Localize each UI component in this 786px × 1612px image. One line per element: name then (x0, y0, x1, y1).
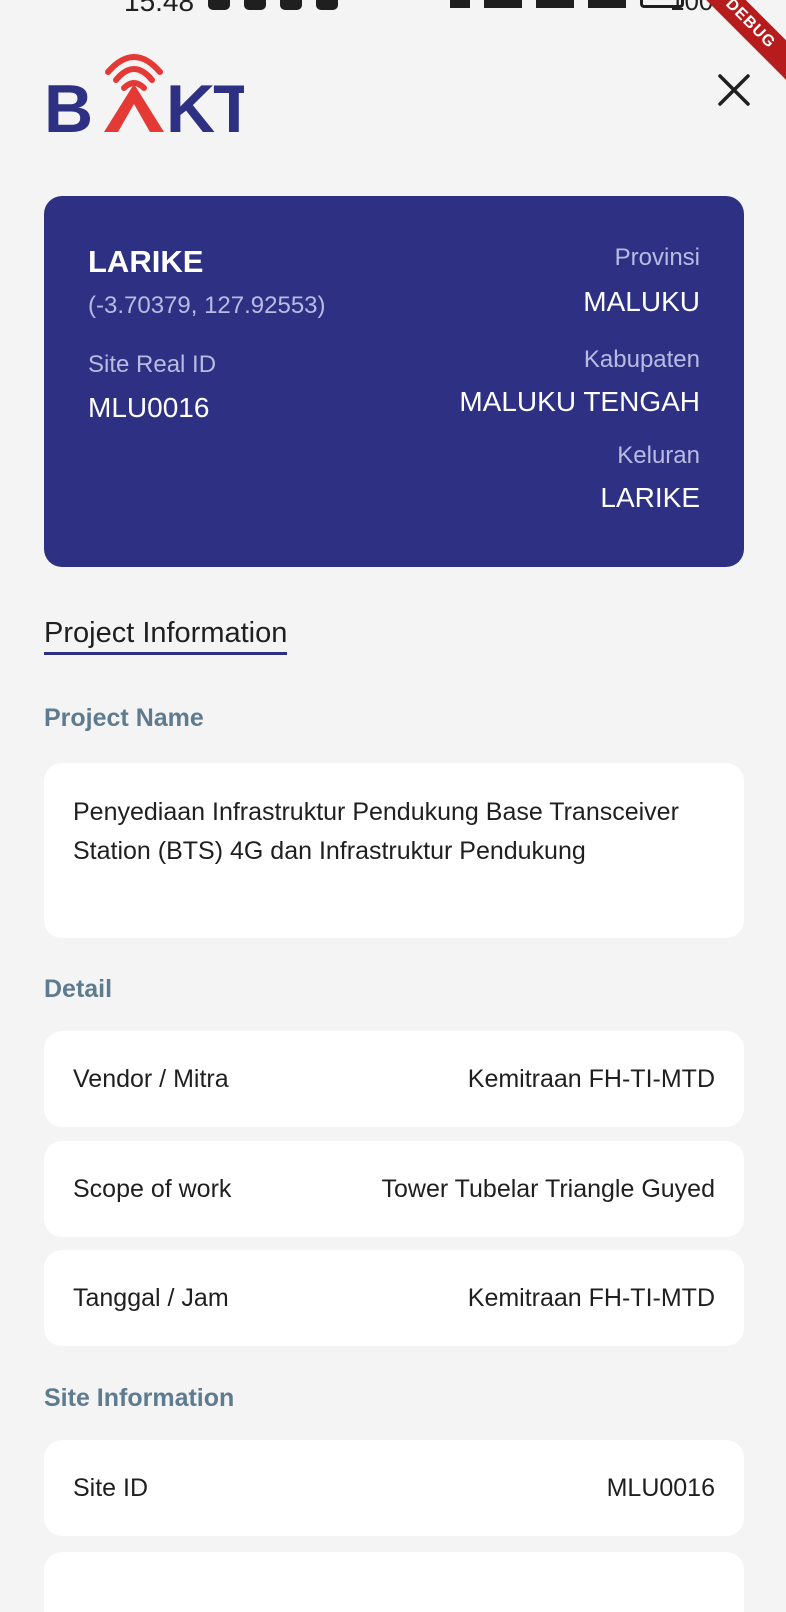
site-summary-card: LARIKE (-3.70379, 127.92553) Site Real I… (44, 196, 744, 567)
signal-icon (536, 0, 574, 8)
system-icons (450, 0, 684, 8)
project-name-card: Penyediaan Infrastruktur Pendukung Base … (44, 763, 744, 938)
detail-label: Detail (44, 975, 113, 1003)
status-time: 15:48 (124, 0, 195, 17)
instagram-icon (316, 0, 338, 10)
site-name: LARIKE (88, 244, 204, 279)
status-bar: 15:48 100% (0, 0, 786, 18)
keluran-label: Keluran (617, 442, 700, 469)
site-coordinates: (-3.70379, 127.92553) (88, 292, 326, 319)
project-name-value: Penyediaan Infrastruktur Pendukung Base … (73, 798, 679, 865)
detail-key: Vendor / Mitra (73, 1064, 229, 1093)
site-info-row-next (44, 1552, 744, 1612)
signal-2-icon (588, 0, 626, 8)
detail-row-vendor: Vendor / Mitra Kemitraan FH-TI-MTD (44, 1031, 744, 1127)
detail-value: Kemitraan FH-TI-MTD (467, 1064, 715, 1093)
detail-value: Kemitraan FH-TI-MTD (467, 1283, 715, 1312)
x-icon (280, 0, 302, 10)
detail-row-date: Tanggal / Jam Kemitraan FH-TI-MTD (44, 1250, 744, 1346)
svg-text:KTI: KTI (166, 71, 244, 136)
detail-row-scope: Scope of work Tower Tubelar Triangle Guy… (44, 1141, 744, 1237)
tab-project-information[interactable]: Project Information (44, 617, 288, 655)
site-info-key: Site ID (73, 1473, 149, 1502)
provinsi-value: MALUKU (583, 286, 700, 317)
youtube-icon (244, 0, 266, 10)
project-name-label: Project Name (44, 704, 204, 732)
detail-value: Tower Tubelar Triangle Guyed (381, 1174, 715, 1203)
site-information-label: Site Information (44, 1384, 235, 1412)
keluran-value: LARIKE (600, 482, 700, 513)
site-info-value: MLU0016 (606, 1473, 715, 1502)
app-notification-icon (208, 0, 230, 10)
kabupaten-value: MALUKU TENGAH (459, 386, 700, 417)
notification-icons (208, 0, 338, 10)
wifi-icon (484, 0, 522, 8)
detail-key: Scope of work (73, 1174, 232, 1203)
provinsi-label: Provinsi (614, 244, 700, 271)
close-button[interactable] (712, 68, 756, 112)
site-info-row-site-id: Site ID MLU0016 (44, 1440, 744, 1536)
site-real-id-label: Site Real ID (88, 351, 217, 378)
site-real-id-value: MLU0016 (88, 392, 210, 423)
bakti-logo: B KTI (44, 54, 244, 136)
mute-icon (450, 0, 470, 8)
close-icon (718, 74, 750, 106)
svg-text:B: B (44, 71, 91, 136)
kabupaten-label: Kabupaten (583, 346, 700, 373)
detail-key: Tanggal / Jam (73, 1283, 229, 1312)
